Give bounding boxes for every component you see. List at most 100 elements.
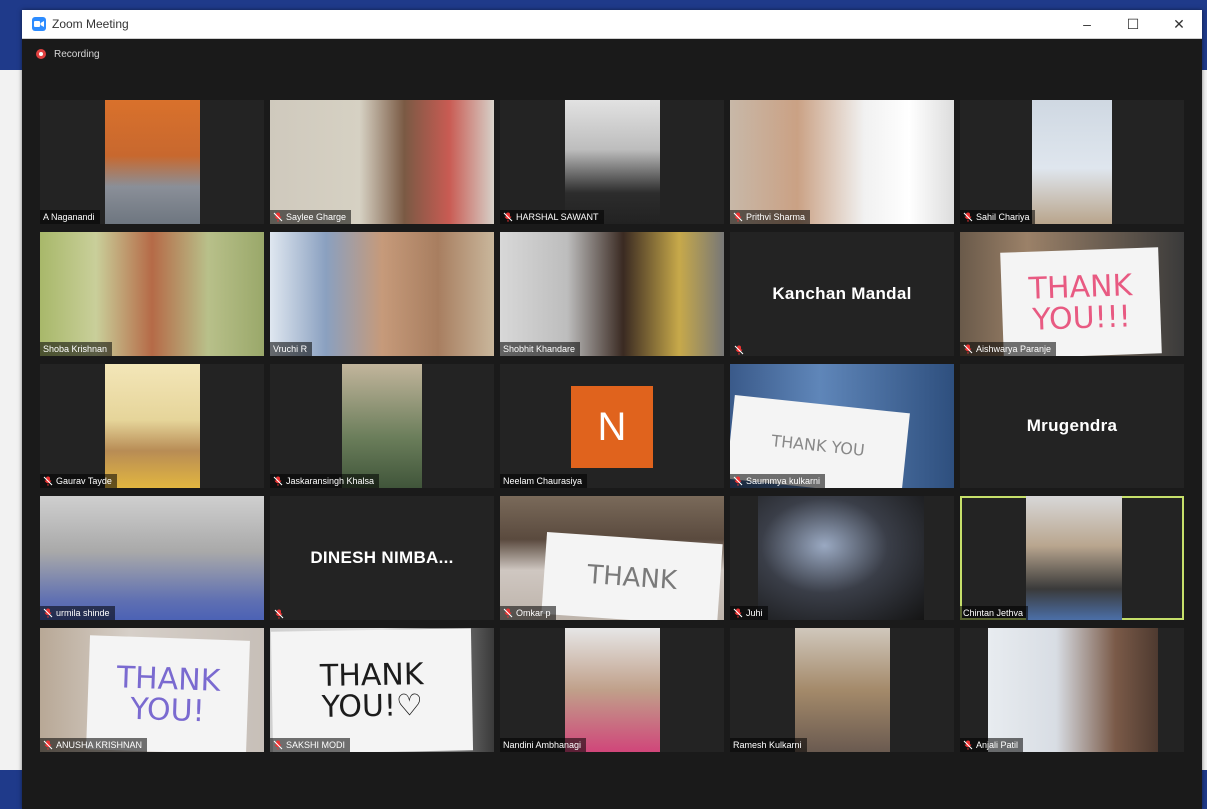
participant-tile[interactable]: Chintan Jethva — [960, 496, 1184, 620]
participant-name: ANUSHA KRISHNAN — [56, 740, 143, 750]
participant-tile[interactable]: urmila shinde — [40, 496, 264, 620]
participant-tile[interactable]: Gaurav Tayde — [40, 364, 264, 488]
participant-name: Neelam Chaurasiya — [503, 476, 583, 486]
recording-indicator[interactable]: Recording — [22, 39, 1202, 69]
muted-mic-icon — [963, 344, 973, 354]
participant-tile[interactable]: DINESH NIMBA... — [270, 496, 494, 620]
participant-tile[interactable]: Prithvi Sharma — [730, 100, 954, 224]
gallery-grid: A Naganandi Saylee Gharge HARSHAL SAWANT Pr… — [40, 100, 1186, 760]
muted-mic-icon — [43, 476, 53, 486]
muted-mic-icon — [963, 740, 973, 750]
participant-tile[interactable]: THANK YOU! ANUSHA KRISHNAN — [40, 628, 264, 752]
participant-tile[interactable]: Mrugendra — [960, 364, 1184, 488]
participant-name: Prithvi Sharma — [746, 212, 806, 222]
muted-mic-icon — [503, 608, 513, 618]
muted-mic-icon — [503, 212, 513, 222]
participant-video — [40, 232, 264, 356]
participant-video — [730, 100, 954, 224]
participant-tile[interactable]: THANK YOU!!! Aishwarya Paranje — [960, 232, 1184, 356]
participant-video — [342, 364, 422, 488]
participant-name: Vruchi R — [273, 344, 308, 354]
zoom-camera-icon — [32, 17, 46, 31]
participant-tile[interactable]: Shobhit Khandare — [500, 232, 724, 356]
participant-name-tag: Ramesh Kulkarni — [730, 738, 807, 752]
participant-video — [105, 364, 200, 488]
participant-name-tag: Omkar p — [500, 606, 556, 620]
participant-name-tag: Chintan Jethva — [960, 606, 1029, 620]
close-button[interactable]: ✕ — [1156, 10, 1202, 38]
participant-tile[interactable]: N Neelam Chaurasiya — [500, 364, 724, 488]
thank-you-sign: THANK YOU! — [86, 635, 250, 752]
participant-tile[interactable]: HARSHAL SAWANT — [500, 100, 724, 224]
participant-name: Juhi — [746, 608, 763, 618]
zoom-meeting-window: Zoom Meeting – ☐ ✕ Recording A Naganandi… — [22, 10, 1202, 809]
recording-label: Recording — [54, 48, 100, 60]
participant-tile[interactable]: A Naganandi — [40, 100, 264, 224]
participant-tile[interactable]: THANK Omkar p — [500, 496, 724, 620]
maximize-button[interactable]: ☐ — [1110, 10, 1156, 38]
participant-video — [40, 496, 264, 620]
muted-mic-icon — [963, 212, 973, 222]
participant-name: DINESH NIMBA... — [310, 548, 454, 567]
participant-video — [270, 100, 494, 224]
participant-name: Shobhit Khandare — [503, 344, 576, 354]
participant-name: Chintan Jethva — [963, 608, 1024, 618]
participant-tile[interactable]: Sahil Chariya — [960, 100, 1184, 224]
thank-you-sign: THANK YOU!♡ — [270, 628, 474, 752]
participant-name-tag: Prithvi Sharma — [730, 210, 811, 224]
participant-tile[interactable]: Kanchan Mandal — [730, 232, 954, 356]
participant-name: urmila shinde — [56, 608, 110, 618]
participant-name-tag: Neelam Chaurasiya — [500, 474, 588, 488]
muted-mic-icon — [274, 606, 284, 619]
participant-name-tag: urmila shinde — [40, 606, 115, 620]
participant-name: Ramesh Kulkarni — [733, 740, 802, 750]
recording-icon — [36, 49, 46, 59]
muted-mic-icon — [43, 740, 53, 750]
participant-video — [988, 628, 1158, 752]
participant-name: Saummya kulkarni — [746, 476, 821, 486]
participant-name-tag: Saylee Gharge — [270, 210, 352, 224]
participant-video — [500, 232, 724, 356]
close-icon: ✕ — [1173, 15, 1185, 32]
minimize-button[interactable]: – — [1064, 10, 1110, 38]
participant-name: Jaskaransingh Khalsa — [286, 476, 375, 486]
muted-mic-icon — [43, 608, 53, 618]
muted-mic-icon — [273, 476, 283, 486]
thank-you-sign: THANK — [541, 531, 723, 620]
participant-tile[interactable]: Shoba Krishnan — [40, 232, 264, 356]
participant-name-tag: ANUSHA KRISHNAN — [40, 738, 148, 752]
participant-name-tag: A Naganandi — [40, 210, 100, 224]
participant-tile[interactable]: Juhi — [730, 496, 954, 620]
participant-name-tag: Sahil Chariya — [960, 210, 1035, 224]
participant-name-tag: Jaskaransingh Khalsa — [270, 474, 380, 488]
muted-mic-icon — [273, 740, 283, 750]
participant-tile[interactable]: Saylee Gharge — [270, 100, 494, 224]
participant-name: HARSHAL SAWANT — [516, 212, 599, 222]
participant-tile[interactable]: Jaskaransingh Khalsa — [270, 364, 494, 488]
participant-tile[interactable]: Nandini Ambhanagi — [500, 628, 724, 752]
window-controls: – ☐ ✕ — [1064, 10, 1202, 38]
muted-mic-icon — [733, 212, 743, 222]
participant-name: Omkar p — [516, 608, 551, 618]
participant-name: Aishwarya Paranje — [976, 344, 1052, 354]
participant-name-tag: SAKSHI MODI — [270, 738, 351, 752]
participant-tile[interactable]: THANK YOU!♡ SAKSHI MODI — [270, 628, 494, 752]
muted-mic-icon — [733, 608, 743, 618]
muted-mic-icon — [733, 476, 743, 486]
participant-tile[interactable]: THANK YOU Saummya kulkarni — [730, 364, 954, 488]
participant-name: SAKSHI MODI — [286, 740, 346, 750]
muted-mic-icon — [273, 212, 283, 222]
participant-name: A Naganandi — [43, 212, 95, 222]
participant-name-tag: Aishwarya Paranje — [960, 342, 1057, 356]
participant-name-tag: Saummya kulkarni — [730, 474, 826, 488]
participant-video — [1032, 100, 1112, 224]
participant-name-tag: Anjali Patil — [960, 738, 1024, 752]
participant-name-tag: Shobhit Khandare — [500, 342, 581, 356]
participant-name: Anjali Patil — [976, 740, 1019, 750]
participant-tile[interactable]: Ramesh Kulkarni — [730, 628, 954, 752]
participant-tile[interactable]: Vruchi R — [270, 232, 494, 356]
participant-tile[interactable]: Anjali Patil — [960, 628, 1184, 752]
participant-name-tag: Nandini Ambhanagi — [500, 738, 587, 752]
participant-name: Kanchan Mandal — [772, 284, 912, 303]
participant-name: Sahil Chariya — [976, 212, 1030, 222]
